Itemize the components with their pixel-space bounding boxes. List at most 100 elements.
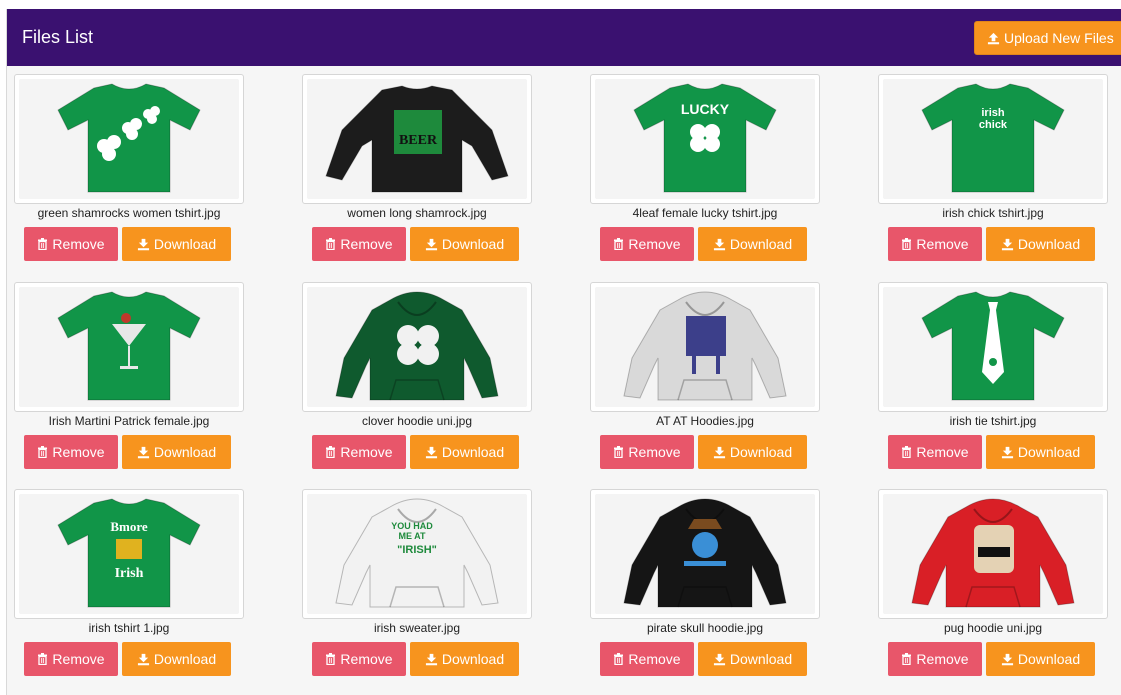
trash-icon — [326, 446, 336, 458]
file-name: irish tie tshirt.jpg — [949, 414, 1037, 428]
tshirt-image — [921, 291, 1065, 401]
file-thumbnail[interactable] — [14, 74, 244, 204]
download-button-label: Download — [441, 444, 505, 460]
remove-button-label: Remove — [628, 651, 681, 667]
remove-button[interactable]: Remove — [888, 227, 982, 261]
download-button-label: Download — [729, 444, 793, 460]
file-card: LUCKY 4leaf female lucky tshirt.jpg Remove… — [590, 74, 820, 264]
file-thumbnail[interactable]: LUCKY — [590, 74, 820, 204]
upload-new-files-button[interactable]: Upload New Files — [974, 21, 1121, 55]
upload-button-label: Upload New Files — [1004, 30, 1114, 46]
file-thumbnail[interactable]: irish chick — [878, 74, 1108, 204]
remove-button[interactable]: Remove — [24, 227, 118, 261]
download-icon — [137, 238, 149, 250]
file-thumbnail[interactable] — [590, 489, 820, 619]
thumbnail-frame — [595, 287, 815, 407]
remove-button[interactable]: Remove — [600, 435, 694, 469]
file-card: green shamrocks women tshirt.jpg Remove Do… — [14, 74, 244, 264]
download-icon — [137, 653, 149, 665]
svg-text:irish: irish — [981, 107, 1005, 119]
hoodie-image — [911, 498, 1075, 608]
download-icon — [425, 653, 437, 665]
download-icon — [713, 446, 725, 458]
file-name: irish tshirt 1.jpg — [88, 621, 170, 635]
file-card: YOU HAD ME AT "IRISH" irish sweater.jpg Remo… — [302, 489, 532, 679]
download-icon — [1001, 446, 1013, 458]
file-thumbnail[interactable] — [878, 282, 1108, 412]
thumbnail-frame — [19, 79, 239, 199]
file-thumbnail[interactable]: BEER — [302, 74, 532, 204]
trash-icon — [614, 653, 624, 665]
upload-icon — [987, 32, 1000, 44]
trash-icon — [326, 653, 336, 665]
svg-text:LUCKY: LUCKY — [681, 101, 730, 117]
download-icon — [713, 238, 725, 250]
svg-text:"IRISH": "IRISH" — [397, 544, 437, 556]
svg-text:BEER: BEER — [399, 133, 438, 148]
file-card: pirate skull hoodie.jpg Remove Download — [590, 489, 820, 679]
download-button[interactable]: Download — [698, 435, 807, 469]
file-name: clover hoodie uni.jpg — [361, 414, 473, 428]
file-thumbnail[interactable] — [590, 282, 820, 412]
download-button[interactable]: Download — [410, 642, 519, 676]
remove-button[interactable]: Remove — [312, 227, 406, 261]
file-name: pug hoodie uni.jpg — [943, 621, 1043, 635]
trash-icon — [38, 446, 48, 458]
thumbnail-frame — [883, 287, 1103, 407]
thumbnail-frame: LUCKY — [595, 79, 815, 199]
download-button[interactable]: Download — [986, 435, 1095, 469]
file-thumbnail[interactable] — [878, 489, 1108, 619]
download-button[interactable]: Download — [410, 227, 519, 261]
file-thumbnail[interactable]: YOU HAD ME AT "IRISH" — [302, 489, 532, 619]
download-button-label: Download — [153, 651, 217, 667]
svg-text:chick: chick — [979, 119, 1008, 131]
download-button-label: Download — [729, 236, 793, 252]
download-button[interactable]: Download — [122, 227, 231, 261]
thumbnail-frame — [19, 287, 239, 407]
file-thumbnail[interactable] — [302, 282, 532, 412]
remove-button[interactable]: Remove — [600, 642, 694, 676]
remove-button[interactable]: Remove — [888, 642, 982, 676]
download-button[interactable]: Download — [410, 435, 519, 469]
download-button[interactable]: Download — [698, 642, 807, 676]
remove-button[interactable]: Remove — [888, 435, 982, 469]
hoodie-image: YOU HADME AT "IRISH" — [335, 498, 499, 608]
trash-icon — [614, 238, 624, 250]
download-button-label: Download — [1017, 444, 1081, 460]
trash-icon — [902, 653, 912, 665]
file-thumbnail[interactable] — [14, 282, 244, 412]
download-button[interactable]: Download — [122, 642, 231, 676]
remove-button-label: Remove — [340, 444, 393, 460]
remove-button[interactable]: Remove — [312, 435, 406, 469]
file-card: AT AT Hoodies.jpg Remove Download — [590, 282, 820, 472]
remove-button[interactable]: Remove — [24, 642, 118, 676]
download-button-label: Download — [153, 444, 217, 460]
thumbnail-frame: Bmore Irish — [19, 494, 239, 614]
remove-button[interactable]: Remove — [312, 642, 406, 676]
file-name: 4leaf female lucky tshirt.jpg — [632, 206, 778, 220]
remove-button-label: Remove — [52, 236, 105, 252]
remove-button-label: Remove — [628, 236, 681, 252]
remove-button[interactable]: Remove — [24, 435, 118, 469]
thumbnail-frame: irish chick — [883, 79, 1103, 199]
remove-button[interactable]: Remove — [600, 227, 694, 261]
download-icon — [425, 238, 437, 250]
download-icon — [1001, 238, 1013, 250]
tshirt-image — [57, 291, 201, 401]
tshirt-image: irishchick — [921, 83, 1065, 193]
download-button[interactable]: Download — [122, 435, 231, 469]
thumbnail-frame: BEER — [307, 79, 527, 199]
download-button-label: Download — [1017, 651, 1081, 667]
file-card: clover hoodie uni.jpg Remove Download — [302, 282, 532, 472]
remove-button-label: Remove — [916, 236, 969, 252]
download-button-label: Download — [729, 651, 793, 667]
file-thumbnail[interactable]: Bmore Irish — [14, 489, 244, 619]
download-button[interactable]: Download — [986, 642, 1095, 676]
download-button[interactable]: Download — [986, 227, 1095, 261]
download-button[interactable]: Download — [698, 227, 807, 261]
page-title-strip — [0, 0, 1121, 9]
download-icon — [425, 446, 437, 458]
files-grid: green shamrocks women tshirt.jpg Remove Do… — [8, 65, 1118, 685]
download-button-label: Download — [441, 236, 505, 252]
tshirt-image: Bmore Irish — [57, 498, 201, 608]
